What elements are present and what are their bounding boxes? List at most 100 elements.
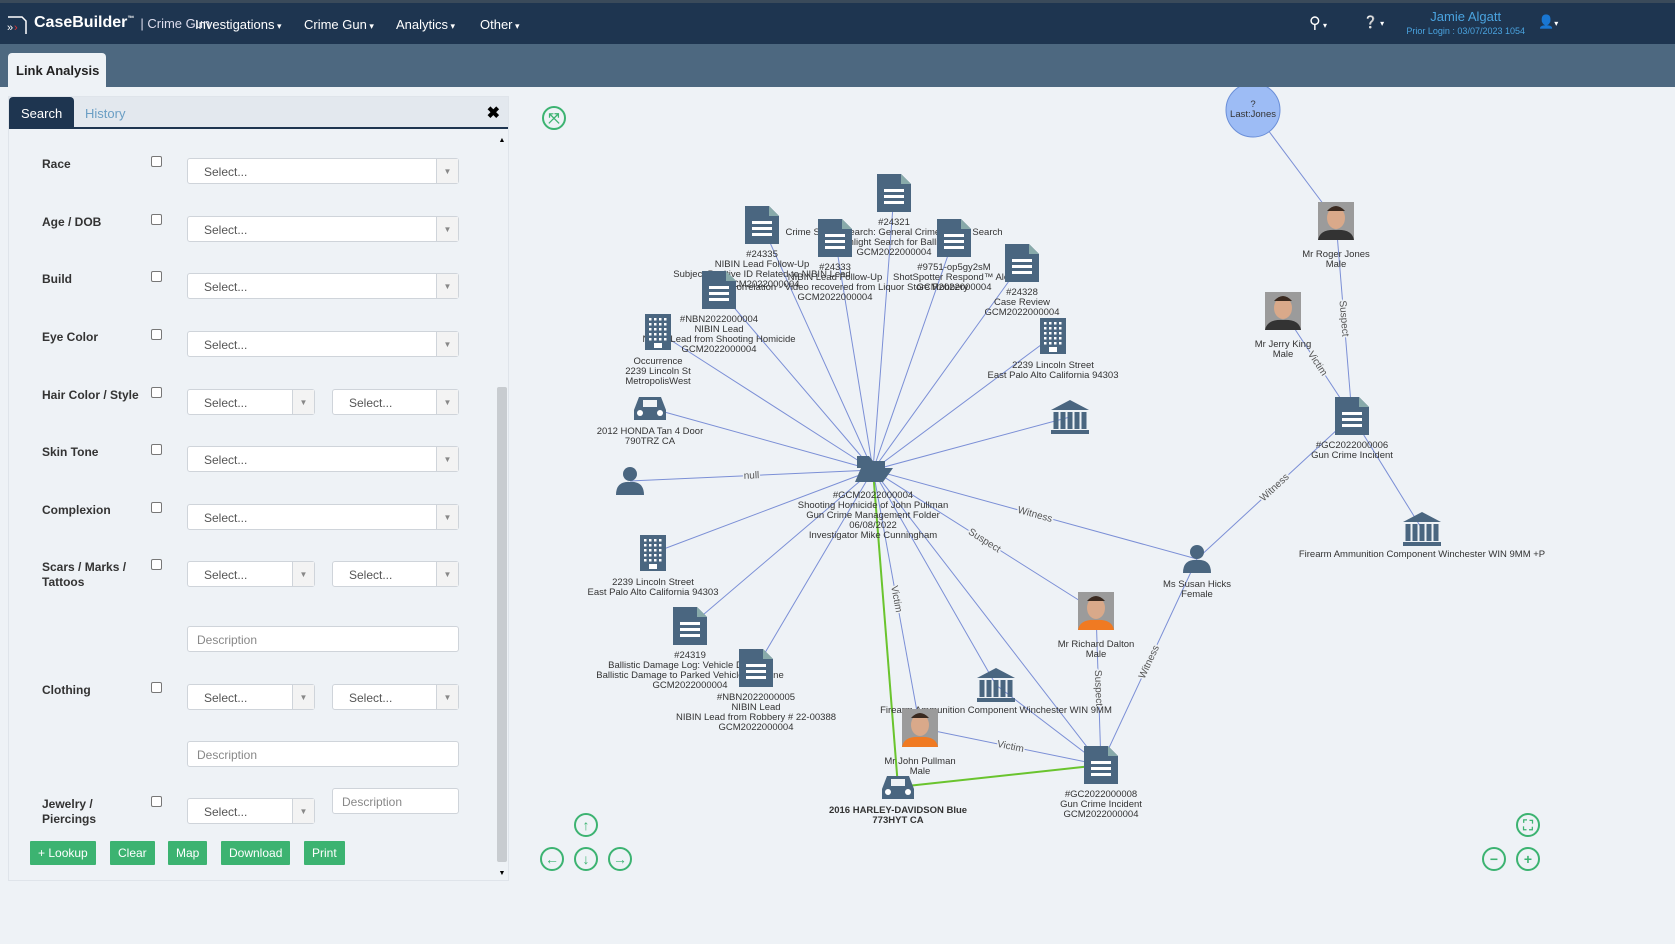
label-age: Age / DOB bbox=[42, 215, 102, 229]
select-scars-0[interactable]: Select... ▼ bbox=[187, 561, 315, 587]
pan-down-icon[interactable]: ↓ bbox=[574, 847, 598, 871]
node-doc[interactable]: #GC2022000008Gun Crime IncidentGCM202200… bbox=[1060, 746, 1142, 820]
chevron-down-icon[interactable]: ▼ bbox=[436, 390, 458, 414]
node-building[interactable]: 2239 Lincoln StreetEast Palo Alto Califo… bbox=[988, 318, 1119, 381]
select-scars-1[interactable]: Select... ▼ bbox=[332, 561, 459, 587]
select-skin-0[interactable]: Select... ▼ bbox=[187, 446, 459, 472]
lookup-button[interactable]: + Lookup bbox=[30, 841, 96, 865]
node-photo[interactable]: Mr Roger JonesMale bbox=[1302, 202, 1370, 270]
node-doc[interactable]: #GC2022000006Gun Crime Incident bbox=[1311, 397, 1393, 461]
node-photo[interactable]: Mr Richard DaltonMale bbox=[1058, 592, 1135, 660]
node-folder[interactable]: #GCM2022000004Shooting Homicide of John … bbox=[798, 456, 949, 541]
help-menu-icon[interactable]: ❔ ▾ bbox=[1363, 15, 1384, 29]
search-menu-icon[interactable]: ⚲ ▾ bbox=[1309, 13, 1327, 33]
select-hair-0[interactable]: Select... ▼ bbox=[187, 389, 315, 415]
nav-analytics[interactable]: Analytics bbox=[396, 17, 455, 32]
close-icon[interactable]: ✖ bbox=[487, 103, 500, 123]
svg-text:»: » bbox=[7, 22, 13, 34]
download-button[interactable]: Download bbox=[221, 841, 291, 865]
chevron-down-icon[interactable]: ▼ bbox=[436, 332, 458, 356]
tab-history[interactable]: History bbox=[73, 97, 137, 128]
graph-edge[interactable] bbox=[872, 335, 1054, 471]
node-bank[interactable] bbox=[1051, 400, 1089, 434]
select-jewelry-0[interactable]: Select... ▼ bbox=[187, 798, 315, 824]
user-info[interactable]: Jamie Algatt Prior Login : 03/07/2023 10… bbox=[1406, 9, 1525, 36]
tab-link-analysis[interactable]: Link Analysis bbox=[8, 53, 106, 87]
prior-login: Prior Login : 03/07/2023 1054 bbox=[1406, 26, 1525, 36]
node-car[interactable]: 2012 HONDA Tan 4 Door790TRZ CA bbox=[597, 397, 704, 447]
checkbox-race[interactable] bbox=[151, 156, 162, 167]
node-person[interactable]: Ms Susan HicksFemale bbox=[1163, 545, 1231, 600]
node-label: Female bbox=[1181, 589, 1213, 600]
edge-label: Victim bbox=[1305, 349, 1329, 378]
chevron-down-icon[interactable]: ▼ bbox=[436, 274, 458, 298]
pan-left-icon[interactable]: ← bbox=[540, 847, 564, 871]
fit-icon[interactable]: ⤧ bbox=[542, 106, 566, 130]
nav-crime-gun[interactable]: Crime Gun bbox=[304, 17, 374, 32]
checkbox-complexion[interactable] bbox=[151, 502, 162, 513]
select-hair-1[interactable]: Select... ▼ bbox=[332, 389, 459, 415]
checkbox-age[interactable] bbox=[151, 214, 162, 225]
chevron-down-icon[interactable]: ▼ bbox=[292, 562, 314, 586]
checkbox-eye[interactable] bbox=[151, 329, 162, 340]
chevron-down-icon[interactable]: ▼ bbox=[292, 390, 314, 414]
nav-investigations[interactable]: Investigations bbox=[195, 17, 282, 32]
top-navbar: » › CaseBuilder™ | Crime Gun Investigatio… bbox=[0, 0, 1675, 44]
tab-search[interactable]: Search bbox=[9, 97, 75, 128]
user-name[interactable]: Jamie Algatt bbox=[1406, 9, 1525, 24]
chevron-down-icon[interactable]: ▼ bbox=[436, 562, 458, 586]
casebuilder-logo-icon: » › bbox=[7, 16, 27, 34]
edge-label: Suspect bbox=[966, 527, 1003, 556]
zoom-in-icon[interactable]: + bbox=[1516, 847, 1540, 871]
description-input[interactable]: Description bbox=[187, 626, 459, 652]
select-clothing-0[interactable]: Select... ▼ bbox=[187, 684, 315, 710]
select-age-0[interactable]: Select... ▼ bbox=[187, 216, 459, 242]
select-race-0[interactable]: Select... ▼ bbox=[187, 158, 459, 184]
chevron-down-icon[interactable]: ▼ bbox=[436, 685, 458, 709]
graph-edge[interactable] bbox=[872, 416, 1071, 471]
checkbox-jewelry[interactable] bbox=[151, 796, 162, 807]
nav-other[interactable]: Other bbox=[480, 17, 520, 32]
select-build-0[interactable]: Select... ▼ bbox=[187, 273, 459, 299]
description-input[interactable]: Description bbox=[332, 788, 459, 814]
user-menu-icon[interactable]: 👤▾ bbox=[1538, 14, 1558, 30]
link-analysis-graph[interactable]: null Victim Suspect Witness Suspect Witness Vi… bbox=[512, 87, 1675, 884]
chevron-down-icon[interactable]: ▼ bbox=[436, 159, 458, 183]
graph-edge[interactable] bbox=[649, 407, 874, 471]
chevron-down-icon[interactable]: ▼ bbox=[436, 505, 458, 529]
chevron-down-icon[interactable]: ▼ bbox=[436, 217, 458, 241]
logo[interactable]: » › CaseBuilder™ | Crime Gun bbox=[6, 11, 210, 35]
checkbox-hair[interactable] bbox=[151, 387, 162, 398]
checkbox-scars[interactable] bbox=[151, 559, 162, 570]
node-bank[interactable]: Firearm Ammunition Component Winchester … bbox=[1299, 512, 1545, 560]
pan-up-icon[interactable]: ↑ bbox=[574, 813, 598, 837]
chevron-down-icon[interactable]: ▼ bbox=[436, 447, 458, 471]
institution-icon bbox=[1403, 512, 1441, 546]
label-scars: Scars / Marks / Tattoos bbox=[42, 560, 127, 589]
checkbox-build[interactable] bbox=[151, 271, 162, 282]
chevron-down-icon[interactable]: ▼ bbox=[292, 685, 314, 709]
select-complexion-0[interactable]: Select... ▼ bbox=[187, 504, 459, 530]
reset-view-icon[interactable]: ⛶ bbox=[1516, 813, 1540, 837]
select-clothing-1[interactable]: Select... ▼ bbox=[332, 684, 459, 710]
map-button[interactable]: Map bbox=[168, 841, 208, 865]
document-icon bbox=[877, 174, 911, 212]
checkbox-skin[interactable] bbox=[151, 444, 162, 455]
zoom-out-icon[interactable]: − bbox=[1482, 847, 1506, 871]
select-eye-0[interactable]: Select... ▼ bbox=[187, 331, 459, 357]
edge-label: Victim bbox=[996, 739, 1025, 755]
node-circle[interactable]: ?Last:Jones bbox=[1225, 87, 1281, 138]
node-building[interactable]: 2239 Lincoln StreetEast Palo Alto Califo… bbox=[588, 535, 719, 598]
node-car[interactable]: 2016 HARLEY-DAVIDSON Blue773HYT CA bbox=[829, 776, 967, 826]
chevron-down-icon[interactable]: ▼ bbox=[292, 799, 314, 823]
node-photo[interactable]: Mr Jerry KingMale bbox=[1255, 292, 1311, 360]
print-button[interactable]: Print bbox=[304, 841, 345, 865]
person-icon bbox=[1183, 545, 1211, 573]
checkbox-clothing[interactable] bbox=[151, 682, 162, 693]
graph-edge[interactable] bbox=[872, 262, 1023, 471]
pan-right-icon[interactable]: → bbox=[608, 847, 632, 871]
panel-scrollbar[interactable]: ▲ ▼ bbox=[496, 137, 508, 877]
clear-button[interactable]: Clear bbox=[110, 841, 155, 865]
description-input[interactable]: Description bbox=[187, 741, 459, 767]
node-bank[interactable]: Firearm Ammunition Component Winchester … bbox=[880, 668, 1112, 716]
